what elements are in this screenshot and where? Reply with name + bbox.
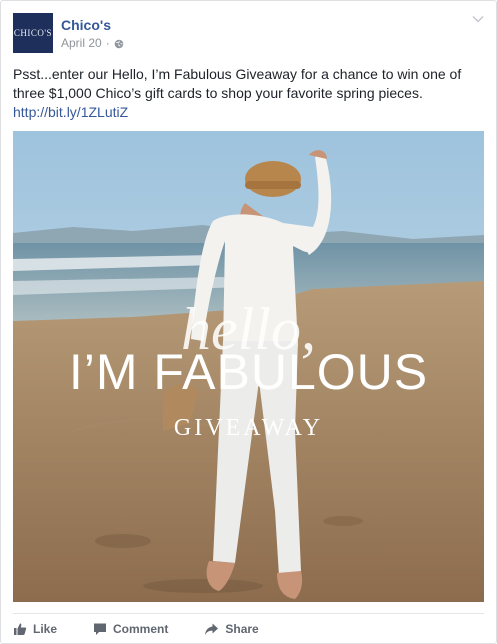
post-link[interactable]: http://bit.ly/1ZLutiZ [13, 103, 484, 122]
avatar-text: CHICO'S [13, 28, 53, 38]
share-button[interactable]: Share [204, 622, 259, 636]
like-label: Like [33, 622, 58, 636]
action-divider [13, 613, 484, 614]
comment-label: Comment [113, 622, 169, 636]
chevron-down-icon[interactable] [472, 15, 484, 23]
comment-icon [94, 623, 107, 635]
post-subline: April 20 · [61, 36, 124, 50]
post-date[interactable]: April 20 [61, 36, 102, 50]
post-card: CHICO'S Chico's April 20 · Psst...enter … [0, 0, 497, 644]
separator-dot: · [105, 35, 110, 50]
post-body: Psst...enter our Hello, I’m Fabulous Giv… [13, 66, 462, 101]
globe-icon [114, 38, 124, 48]
post-actions: Like Comment Share [13, 617, 295, 641]
share-arrow-icon [205, 623, 219, 635]
image-giveaway-text: GIVEAWAY [173, 415, 324, 441]
like-button[interactable]: Like [13, 622, 57, 636]
post-text: Psst...enter our Hello, I’m Fabulous Giv… [13, 65, 484, 122]
image-headline-text: I’M FABULOUS [68, 344, 429, 400]
share-label: Share [225, 622, 259, 636]
comment-button[interactable]: Comment [93, 622, 168, 636]
thumbs-up-icon [14, 623, 27, 635]
post-image[interactable]: hello, I’M FABULOUS GIVEAWAY [13, 131, 484, 602]
page-name-link[interactable]: Chico's [61, 17, 124, 33]
post-meta: Chico's April 20 · [61, 17, 124, 50]
post-header: CHICO'S Chico's April 20 · [13, 13, 124, 53]
avatar[interactable]: CHICO'S [13, 13, 53, 53]
